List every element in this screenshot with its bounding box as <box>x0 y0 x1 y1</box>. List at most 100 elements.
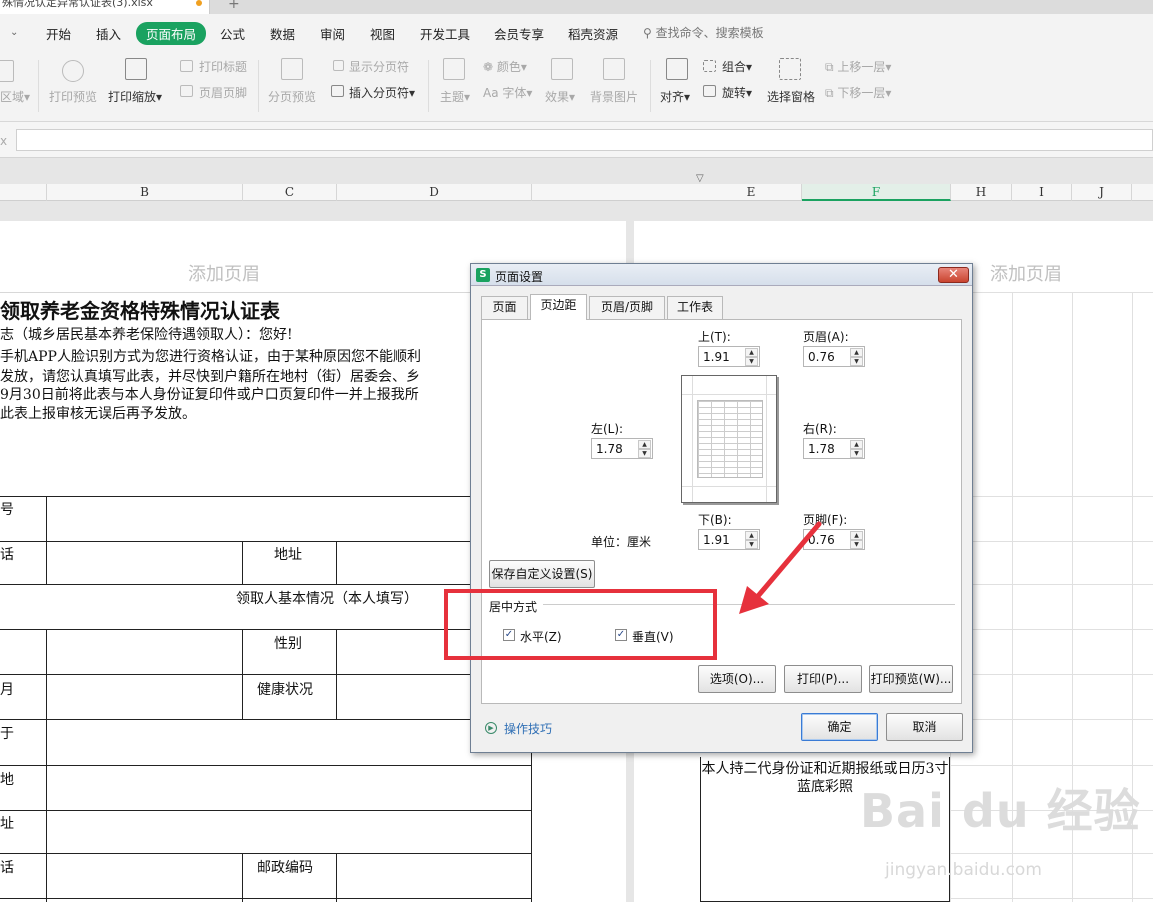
options-button[interactable]: 选项(O)... <box>698 665 776 693</box>
table-rule <box>46 496 47 584</box>
tab-margins[interactable]: 页边距 <box>530 294 587 320</box>
cell-address[interactable]: 地址 <box>274 544 302 564</box>
top-margin-spinner[interactable]: 1.91 ▲ ▼ <box>698 346 760 367</box>
play-icon: ▶ <box>485 722 497 734</box>
tab-page[interactable]: 页面 <box>481 296 528 319</box>
tab-sheet[interactable]: 工作表 <box>667 296 723 319</box>
background-image-button[interactable]: 背景图片 <box>590 88 638 105</box>
print-title-button[interactable]: 打印标题 <box>199 58 247 75</box>
dialog-titlebar[interactable] <box>471 264 972 286</box>
rotate-button[interactable]: 旋转▾ <box>722 84 752 101</box>
bottom-label: 下(B): <box>698 513 732 527</box>
menu-docer[interactable]: 稻壳资源 <box>568 24 618 43</box>
grid-line <box>950 898 1153 899</box>
print-preview-button[interactable]: 打印预览(W)... <box>869 665 953 693</box>
color-button[interactable]: ❁ 颜色▾ <box>483 58 527 75</box>
menu-member[interactable]: 会员专享 <box>494 24 544 43</box>
cell-label[interactable]: 话 <box>0 857 14 877</box>
spin-down-icon[interactable]: ▼ <box>850 540 863 549</box>
spin-down-icon[interactable]: ▼ <box>850 449 863 458</box>
spin-down-icon[interactable]: ▼ <box>745 357 758 366</box>
send-backward-button[interactable]: ⧉ 下移一层▾ <box>825 84 891 101</box>
cell-label[interactable]: 话 <box>0 544 14 564</box>
group-button[interactable]: 组合▾ <box>722 58 752 75</box>
menu-insert[interactable]: 插入 <box>96 24 121 43</box>
print-button[interactable]: 打印(P)... <box>784 665 862 693</box>
column-header-e[interactable]: E <box>701 184 802 201</box>
top-margin-value: 1.91 <box>703 350 730 364</box>
print-preview-button[interactable]: 打印预览 <box>49 88 97 105</box>
menu-page-layout[interactable]: 页面布局 <box>136 22 207 45</box>
selection-pane-button[interactable]: 选择窗格 <box>767 88 815 105</box>
cell-health[interactable]: 健康状况 <box>257 679 313 699</box>
column-header-a[interactable] <box>0 184 47 201</box>
menu-chevron-icon[interactable]: ⌄ <box>10 27 18 38</box>
cell-label[interactable]: 于 <box>0 723 14 743</box>
bring-forward-button[interactable]: ⧉ 上移一层▾ <box>825 58 891 75</box>
header-footer-button[interactable]: 页眉页脚 <box>199 84 247 101</box>
menu-data[interactable]: 数据 <box>270 24 295 43</box>
add-header-placeholder-left[interactable]: 添加页眉 <box>188 260 260 286</box>
column-header-h[interactable]: H <box>951 184 1012 201</box>
align-button[interactable]: 对齐▾ <box>660 88 690 105</box>
header-margin-spinner[interactable]: 0.76 ▲ ▼ <box>803 346 865 367</box>
cell-section-title[interactable]: 领取人基本情况（本人填写） <box>236 588 418 608</box>
bring-forward-icon: ⧉ <box>825 60 834 74</box>
column-header-d[interactable]: D <box>337 184 532 201</box>
font-button[interactable]: Aa 字体▾ <box>483 84 532 101</box>
insert-page-break-button[interactable]: 插入分页符▾ <box>349 84 415 101</box>
spin-down-icon[interactable]: ▼ <box>638 449 651 458</box>
spin-up-icon[interactable]: ▲ <box>850 348 863 357</box>
theme-button[interactable]: 主题▾ <box>440 88 470 105</box>
group-label: 组合 <box>722 60 747 74</box>
add-header-placeholder-right[interactable]: 添加页眉 <box>990 260 1062 286</box>
tab-header-footer[interactable]: 页眉/页脚 <box>589 296 665 319</box>
print-scale-button[interactable]: 打印缩放▾ <box>108 88 162 105</box>
cell-label[interactable]: 月 <box>0 679 14 699</box>
effect-button[interactable]: 效果▾ <box>545 88 575 105</box>
left-margin-spinner[interactable]: 1.78 ▲ ▼ <box>591 438 653 459</box>
menu-review[interactable]: 审阅 <box>320 24 345 43</box>
column-header-c[interactable]: C <box>243 184 337 201</box>
right-margin-spinner[interactable]: 1.78 ▲ ▼ <box>803 438 865 459</box>
cell-gender[interactable]: 性别 <box>274 633 302 653</box>
save-custom-button[interactable]: 保存自定义设置(S) <box>489 560 595 588</box>
column-header-f[interactable]: F <box>802 184 951 201</box>
cell-postcode[interactable]: 邮政编码 <box>257 857 313 877</box>
menu-home[interactable]: 开始 <box>46 24 71 43</box>
doc-line-2: 手机APP人脸识别方式为您进行资格认证，由于某种原因您不能顺利 <box>0 349 421 365</box>
highlight-box <box>444 589 717 660</box>
file-tab[interactable]: 殊情况认定异常认证表(3).xlsx <box>0 0 210 14</box>
ruler-marker-icon[interactable]: ▽ <box>696 173 704 184</box>
cancel-button[interactable]: 取消 <box>886 713 963 741</box>
menu-view[interactable]: 视图 <box>370 24 395 43</box>
menu-developer[interactable]: 开发工具 <box>420 24 470 43</box>
menu-formulas[interactable]: 公式 <box>220 24 245 43</box>
search-box[interactable]: ⚲ 查找命令、搜索模板 <box>643 24 764 41</box>
page-preview <box>681 375 777 503</box>
spin-down-icon[interactable]: ▼ <box>850 357 863 366</box>
spin-up-icon[interactable]: ▲ <box>850 440 863 449</box>
cell-label[interactable]: 址 <box>0 813 14 833</box>
column-header-i[interactable]: I <box>1012 184 1072 201</box>
rotate-icon <box>703 85 716 97</box>
fx-icon[interactable]: x <box>0 134 7 148</box>
spin-up-icon[interactable]: ▲ <box>850 531 863 540</box>
table-rule <box>0 810 532 811</box>
tips-link[interactable]: 操作技巧 <box>504 720 552 737</box>
show-page-break-checkbox[interactable] <box>333 60 344 71</box>
print-area-button[interactable]: 区域▾ <box>0 88 30 105</box>
spin-up-icon[interactable]: ▲ <box>638 440 651 449</box>
ok-button[interactable]: 确定 <box>801 713 878 741</box>
grid-line <box>950 629 1153 630</box>
new-tab-button[interactable]: + <box>228 0 240 12</box>
page-break-preview-button[interactable]: 分页预览 <box>268 88 316 105</box>
cell-label[interactable]: 号 <box>0 499 14 519</box>
baidu-watermark: Bai du 经验 <box>860 784 1141 838</box>
cell-label[interactable]: 地 <box>0 769 14 789</box>
column-header-j[interactable]: J <box>1072 184 1132 201</box>
spin-up-icon[interactable]: ▲ <box>745 348 758 357</box>
column-header-b[interactable]: B <box>47 184 243 201</box>
formula-input[interactable] <box>16 129 1153 151</box>
close-icon[interactable]: ✕ <box>938 267 969 283</box>
